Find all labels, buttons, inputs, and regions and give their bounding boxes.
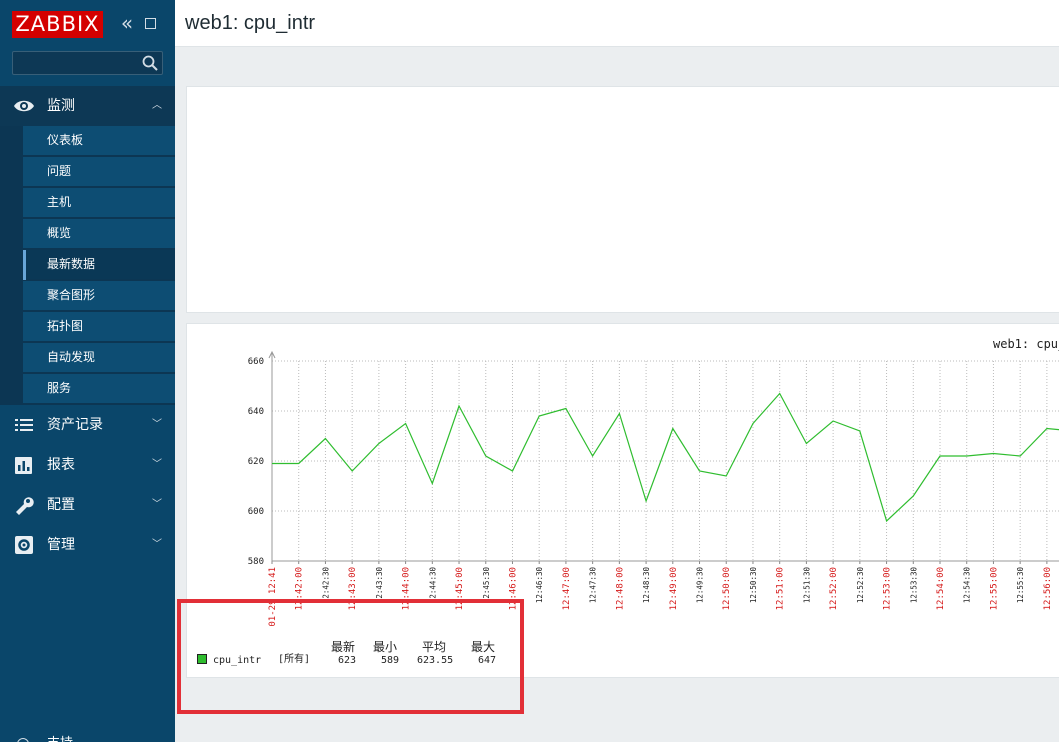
x-tick-label: 12:48:00 [615,567,625,610]
x-tick-label: 12:54:30 [963,567,972,604]
x-tick-label: 12:55:00 [989,567,999,610]
wrench-icon [16,497,34,515]
x-tick-label: 12:46:30 [535,567,544,604]
x-tick-label: 12:54:00 [936,567,946,610]
x-tick-label: 12:50:30 [749,567,758,604]
y-tick-label: 660 [248,357,264,367]
x-tick-label: 12:53:00 [883,567,893,610]
filter-panel [186,86,1059,313]
x-tick-label: 12:55:30 [1016,567,1025,604]
submenu-item-problems[interactable]: 问题 [23,157,175,187]
menu-reports[interactable]: 报表 ﹀ [0,445,175,485]
x-tick-label: 12:49:00 [669,567,679,610]
help-icon [17,738,29,742]
x-tick-label: 12:45:30 [482,567,491,604]
submenu-item-hosts[interactable]: 主机 [23,188,175,218]
menu-monitoring[interactable]: 监测 ︿ [0,86,175,126]
menu-label: 资产记录 [47,417,103,433]
bar-chart-icon [15,457,32,474]
submenu-item-screens[interactable]: 聚合图形 [23,281,175,311]
menu-configuration[interactable]: 配置 ﹀ [0,485,175,525]
submenu-label: 自动发现 [47,350,96,364]
x-tick-label: 12:44:30 [428,567,437,604]
search-input[interactable] [12,51,163,75]
submenu-item-services[interactable]: 服务 [23,374,175,404]
x-tick-label: 12:52:00 [829,567,839,610]
x-tick-label: 12:56:00 [1043,567,1053,610]
menu-label: 管理 [47,537,75,553]
submenu-label: 拓扑图 [47,319,84,333]
chevron-up-icon: ︿ [152,100,162,111]
y-tick-label: 640 [248,407,264,417]
submenu-label: 概览 [47,226,72,240]
x-tick-label: 12:47:00 [562,567,572,610]
monitoring-submenu: 仪表板 问题 主机 概览 最新数据 聚合图形 拓扑图 自动发现 服务 [0,126,175,405]
chevron-down-icon: ﹀ [152,539,162,550]
submenu-label: 最新数据 [47,257,96,271]
chevron-down-icon: ﹀ [152,499,162,510]
list-icon [15,419,33,431]
submenu-item-latest-data[interactable]: 最新数据 [23,250,175,280]
page-title: web1: cpu_intr [185,12,316,34]
menu-label: 支持 [47,736,73,742]
menu-inventory[interactable]: 资产记录 ﹀ [0,405,175,445]
y-tick-label: 620 [248,457,264,467]
search-icon[interactable] [141,54,159,72]
x-tick-label: 12:52:30 [856,567,865,604]
gear-icon [15,536,33,554]
menu-label: 报表 [47,457,75,473]
x-tick-label: 12:42:30 [321,567,330,604]
eye-icon [14,100,34,112]
menu-support[interactable]: 支持 [0,726,175,742]
zabbix-logo[interactable]: ZABBIX [12,11,103,38]
submenu-label: 主机 [47,195,72,209]
submenu-item-maps[interactable]: 拓扑图 [23,312,175,342]
x-tick-label: 12:49:30 [696,567,705,604]
y-tick-label: 580 [248,557,264,567]
menu-administration[interactable]: 管理 ﹀ [0,525,175,565]
submenu-item-overview[interactable]: 概览 [23,219,175,249]
x-tick-label: 12:51:30 [802,567,811,604]
page-header: web1: cpu_intr [175,0,1059,47]
y-tick-label: 600 [248,507,264,517]
x-tick-label: 12:53:30 [909,567,918,604]
submenu-label: 聚合图形 [47,288,96,302]
x-tick-label: 12:51:00 [776,567,786,610]
series-line-cpu_intr [272,392,1059,523]
sidebar: ZABBIX « 监测 ︿ 仪表板 问题 主机 概览 最新数据 聚合图形 拓扑图… [0,0,175,742]
submenu-item-discovery[interactable]: 自动发现 [23,343,175,373]
x-tick-label: 12:47:30 [589,567,598,604]
submenu-label: 服务 [47,381,72,395]
x-tick-label: 12:48:30 [642,567,651,604]
chevron-down-icon: ﹀ [152,419,162,430]
x-tick-label: 12:50:00 [722,567,732,610]
menu-label: 监测 [47,98,75,114]
submenu-item-dashboard[interactable]: 仪表板 [23,126,175,156]
highlight-box [177,599,524,714]
menu-label: 配置 [47,497,75,513]
submenu-label: 仪表板 [47,133,84,147]
kiosk-mode-icon[interactable] [141,12,161,34]
chevron-down-icon: ﹀ [152,459,162,470]
x-tick-label: 12:43:30 [375,567,384,604]
collapse-sidebar-icon[interactable]: « [117,12,137,34]
submenu-label: 问题 [47,164,72,178]
